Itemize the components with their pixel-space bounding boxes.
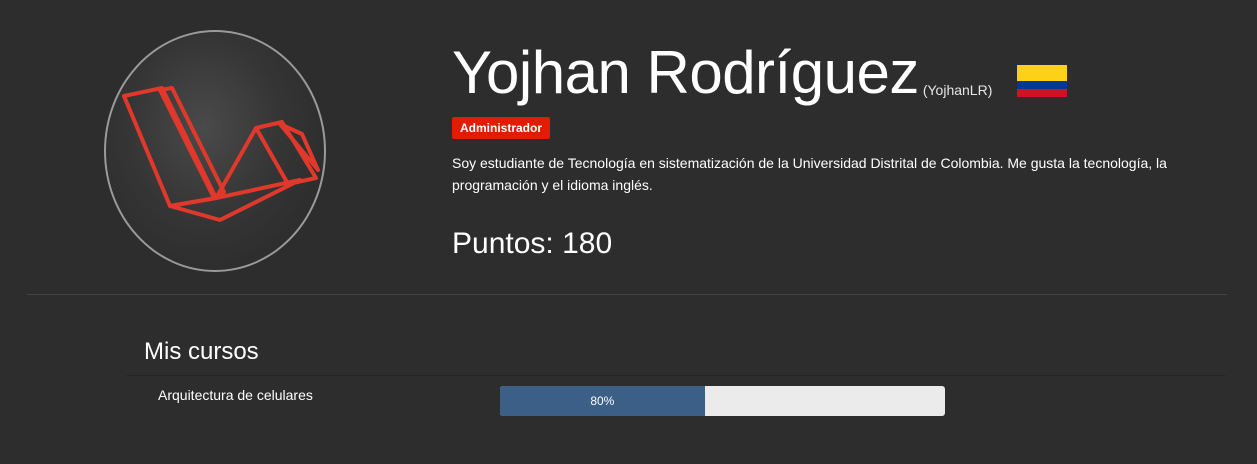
course-row[interactable]: Arquitectura de celulares 80% <box>126 378 1226 422</box>
course-name[interactable]: Arquitectura de celulares <box>158 387 313 403</box>
avatar <box>104 30 326 272</box>
flag-stripe-red <box>1017 89 1067 97</box>
points-counter: Puntos: 180 <box>452 227 613 260</box>
laravel-logo-icon <box>122 86 320 222</box>
profile-name: Yojhan Rodríguez <box>452 39 919 106</box>
profile-bio: Soy estudiante de Tecnología en sistemat… <box>452 155 1167 193</box>
flag-stripe-yellow <box>1017 65 1067 81</box>
course-progress-bar: 80% <box>500 386 945 416</box>
courses-title: Mis cursos <box>144 338 259 365</box>
profile-username: (YojhanLR) <box>922 82 993 98</box>
colombia-flag-icon <box>1017 65 1067 97</box>
profile-header: Yojhan Rodríguez (YojhanLR) <box>452 36 992 106</box>
section-divider <box>27 294 1227 295</box>
profile-page: Yojhan Rodríguez (YojhanLR) Administrado… <box>0 0 1257 464</box>
courses-divider <box>126 375 1226 376</box>
flag-stripe-blue <box>1017 81 1067 89</box>
role-badge: Administrador <box>452 117 551 139</box>
course-progress-fill: 80% <box>500 386 705 416</box>
